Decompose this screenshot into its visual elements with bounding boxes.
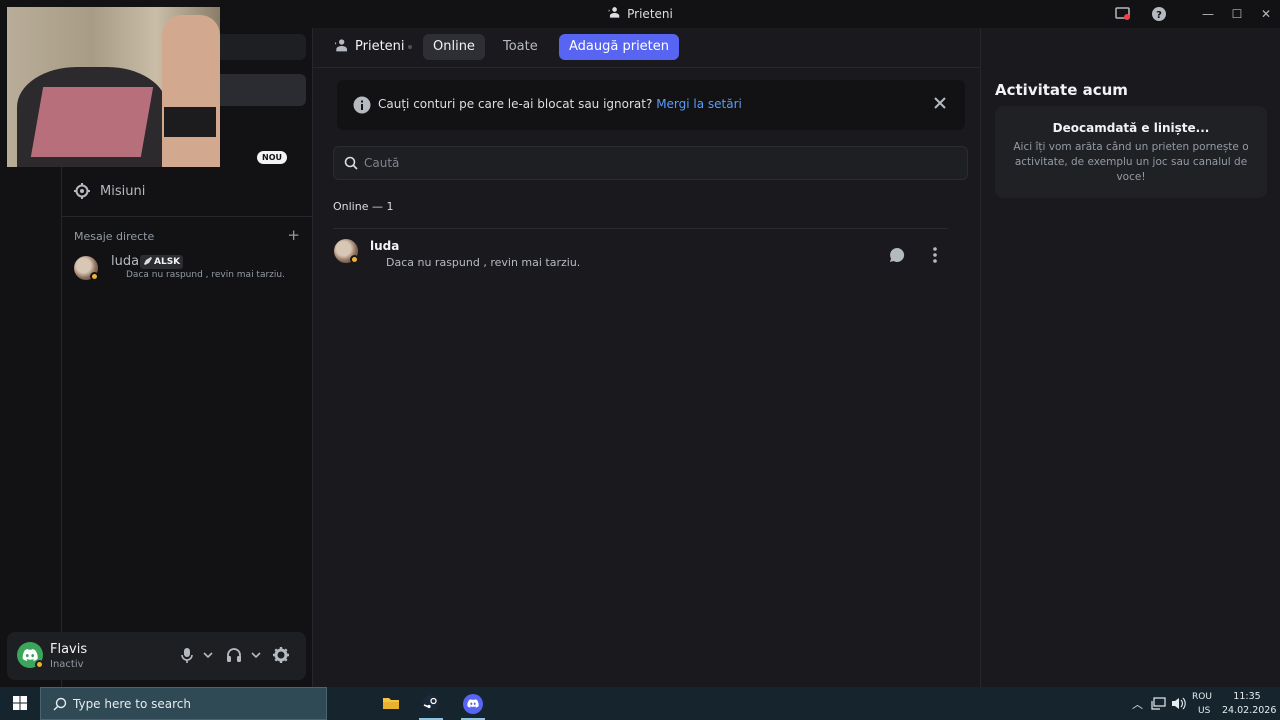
taskbar-search[interactable]: Type here to search — [40, 687, 327, 720]
friends-header-label: Prieteni — [355, 38, 405, 54]
close-icon[interactable] — [933, 96, 947, 110]
show-hidden-icons-chevron-icon[interactable]: ︿ — [1132, 696, 1143, 712]
webcam-person — [162, 15, 220, 167]
active-now-card-title: Deocamdată e liniște... — [1052, 121, 1210, 135]
windows-taskbar: Type here to search ︿ ROU US 11:35 24.02… — [0, 687, 1280, 720]
volume-icon[interactable] — [1171, 697, 1186, 710]
missions-label: Misiuni — [100, 183, 146, 199]
input-language[interactable]: ROU — [1192, 692, 1212, 702]
steam-app[interactable] — [413, 687, 449, 720]
headphones-icon[interactable] — [225, 646, 243, 664]
more-options-icon[interactable] — [925, 245, 945, 265]
active-now-panel: Activitate acum Deocamdată e liniște... … — [980, 28, 1280, 687]
settings-gear-icon[interactable] — [272, 646, 290, 664]
discord-logo-icon — [22, 649, 38, 661]
active-now-title: Activitate acum — [995, 81, 1128, 99]
server-tag-label: ALSK — [154, 257, 181, 267]
friends-header: Prieteni — [333, 38, 405, 54]
dm-status-text: Daca nu raspund , revin mai tarziu. — [126, 270, 285, 280]
keyboard-layout[interactable]: US — [1198, 706, 1210, 716]
tab-online[interactable]: Online — [423, 34, 485, 60]
blocked-accounts-banner: Cauți conturi pe care le-ai blocat sau i… — [337, 80, 965, 130]
friends-main: Prieteni Online Toate Adaugă prieten Cau… — [312, 28, 1280, 687]
friends-icon — [608, 7, 620, 18]
go-to-settings-link[interactable]: Mergi la setări — [656, 97, 742, 111]
banner-text: Cauți conturi pe care le-ai blocat sau i… — [378, 97, 653, 111]
discord-app[interactable] — [455, 687, 491, 720]
steam-icon — [423, 695, 439, 711]
idle-status-icon — [350, 255, 359, 264]
add-friend-button[interactable]: Adaugă prieten — [559, 34, 680, 60]
separator-dot — [408, 45, 412, 49]
friend-status-text: Daca nu raspund , revin mai tarziu. — [386, 256, 581, 269]
close-window-button[interactable]: ✕ — [1256, 4, 1276, 24]
info-icon — [353, 96, 371, 114]
username: Flavis — [50, 642, 88, 657]
clock-date: 24.02.2026 — [1222, 705, 1277, 716]
sidebar-item-missions[interactable]: Misiuni — [70, 176, 306, 206]
message-icon[interactable] — [887, 245, 907, 265]
taskbar-search-placeholder: Type here to search — [73, 697, 191, 711]
friends-search — [333, 146, 968, 180]
discord-logo-icon — [463, 694, 483, 714]
help-icon[interactable]: ? — [1151, 6, 1167, 22]
microphone-icon[interactable] — [178, 646, 196, 664]
idle-status-icon — [35, 660, 44, 669]
taskbar-clock[interactable]: 11:35 24.02.2026 — [1222, 690, 1277, 718]
file-explorer-app[interactable] — [373, 687, 409, 720]
active-now-card: Deocamdată e liniște... Aici îți vom ară… — [995, 106, 1267, 198]
windows-logo-icon — [13, 696, 27, 710]
maximize-button[interactable]: ☐ — [1227, 4, 1247, 24]
active-now-card-text: Aici îți vom arăta când un prieten porne… — [1013, 141, 1249, 183]
quests-icon — [74, 183, 90, 199]
minimize-button[interactable]: — — [1198, 4, 1218, 24]
search-icon — [53, 697, 67, 711]
webcam-pink-object — [30, 87, 154, 157]
chevron-down-icon[interactable] — [199, 646, 217, 664]
webcam-person-clothing — [164, 107, 216, 137]
start-button[interactable] — [0, 687, 40, 720]
friend-row[interactable]: luda Daca nu raspund , revin mai tarziu. — [333, 228, 948, 278]
user-panel: Flavis Inactiv — [7, 632, 306, 680]
user-status: Inactiv — [50, 659, 84, 670]
network-icon[interactable] — [1151, 697, 1166, 710]
clock-time: 11:35 — [1233, 691, 1261, 702]
rocket-icon — [144, 257, 152, 265]
dm-name: luda — [111, 254, 140, 269]
new-badge: NOU — [257, 151, 287, 164]
svg-text:?: ? — [1156, 10, 1162, 21]
webcam-overlay — [7, 7, 220, 167]
create-dm-button[interactable]: + — [287, 228, 300, 243]
search-icon — [344, 156, 358, 170]
dm-header-label: Mesaje directe — [74, 230, 155, 243]
folder-icon — [383, 698, 399, 709]
friends-icon — [335, 39, 347, 52]
dm-item-luda[interactable]: luda ALSK Daca nu raspund , revin mai ta… — [70, 250, 306, 286]
online-count: Online — 1 — [333, 200, 394, 213]
friend-name: luda — [370, 239, 400, 253]
dm-header: Mesaje directe + — [74, 228, 300, 244]
server-tag: ALSK — [140, 255, 184, 269]
tab-all[interactable]: Toate — [493, 34, 548, 60]
banner-text-wrap: Cauți conturi pe care le-ai blocat sau i… — [378, 97, 742, 111]
screen-share-icon[interactable] — [1115, 6, 1131, 22]
divider — [62, 216, 312, 217]
idle-status-icon — [90, 272, 99, 281]
window-title: Prieteni — [627, 7, 673, 21]
chevron-down-icon[interactable] — [247, 646, 265, 664]
search-input[interactable] — [364, 153, 954, 173]
